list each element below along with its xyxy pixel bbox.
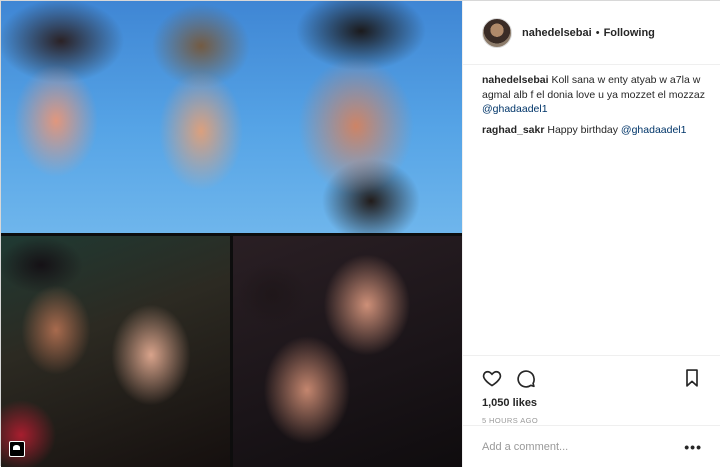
photo-collage-bottom-left <box>1 235 232 467</box>
avatar[interactable] <box>482 17 512 48</box>
post-actions: 1,050 likes 5 HOURS AGO <box>463 355 720 425</box>
post-sidebar: nahedelsebai • Following nahedelsebai Koll… <box>462 1 720 467</box>
comment-item: raghad_sakr Happy birthday @ghadaadel1 <box>482 123 710 138</box>
comment-text: Happy birthday <box>547 123 621 136</box>
comment-item: nahedelsebai Koll sana w enty atyab w a7… <box>482 73 710 117</box>
action-icons <box>482 365 702 391</box>
add-comment-bar: ••• <box>463 425 720 467</box>
comment-mention[interactable]: @ghadaadel1 <box>482 103 548 115</box>
following-button[interactable]: Following <box>604 27 655 39</box>
comment-mention[interactable]: @ghadaadel1 <box>621 124 687 136</box>
comment-username[interactable]: raghad_sakr <box>482 124 544 136</box>
post-header: nahedelsebai • Following <box>463 1 720 65</box>
user-tag-icon[interactable] <box>9 441 25 457</box>
comment-bubble-icon[interactable] <box>516 368 536 388</box>
more-options-icon[interactable]: ••• <box>684 439 702 455</box>
bookmark-icon[interactable] <box>682 368 702 388</box>
comment-list: nahedelsebai Koll sana w enty atyab w a7… <box>482 73 710 143</box>
post-modal: nahedelsebai • Following nahedelsebai Koll… <box>0 0 720 467</box>
photo-collage-top <box>1 1 462 235</box>
photo-collage-bottom-right <box>232 235 462 467</box>
post-timestamp: 5 HOURS AGO <box>482 416 539 425</box>
header-text: nahedelsebai • Following <box>522 27 655 39</box>
author-username[interactable]: nahedelsebai <box>522 27 592 39</box>
header-separator: • <box>595 26 600 39</box>
comment-input[interactable] <box>482 440 685 453</box>
post-media[interactable] <box>1 1 462 467</box>
collage-divider-vertical <box>230 235 233 467</box>
comment-username[interactable]: nahedelsebai <box>482 74 549 86</box>
heart-icon[interactable] <box>482 368 502 388</box>
like-count[interactable]: 1,050 likes <box>482 397 702 409</box>
